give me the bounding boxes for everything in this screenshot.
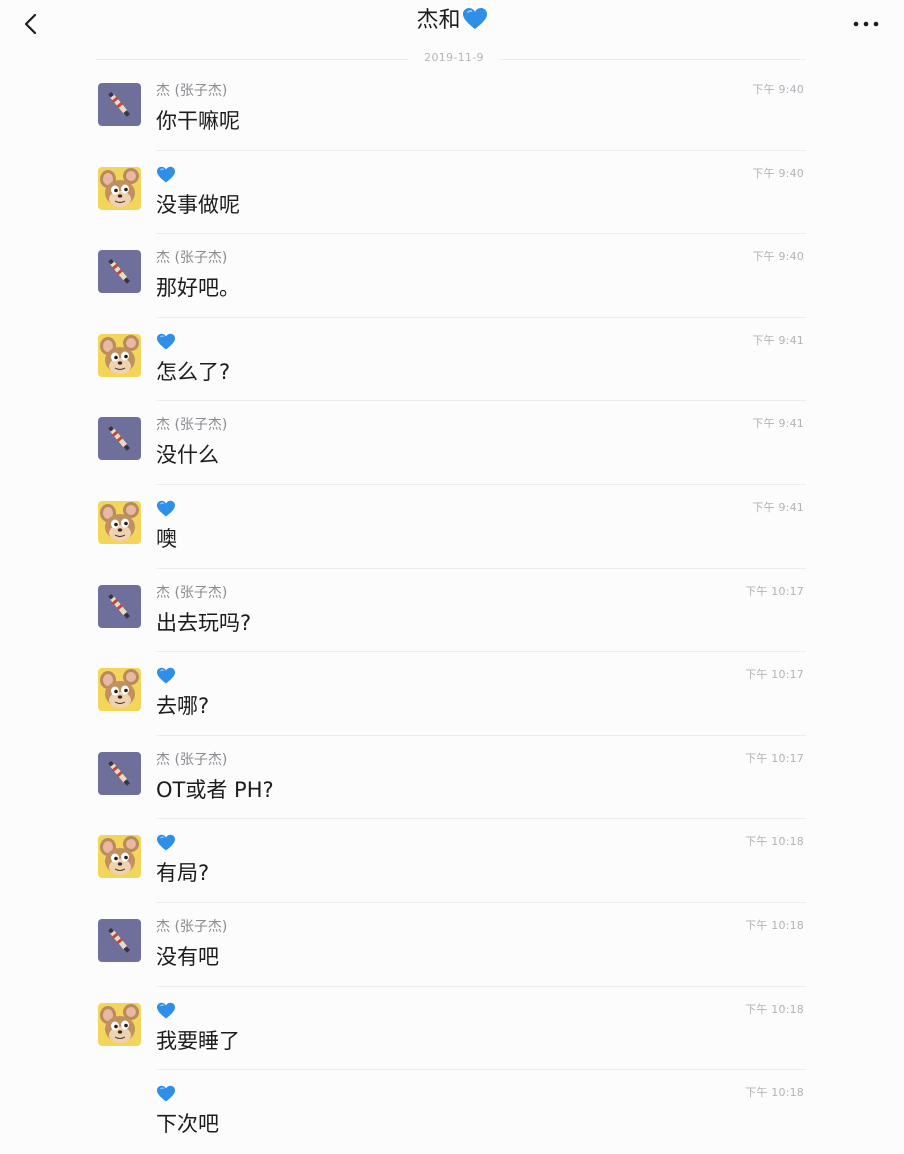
- chat-title: 杰和: [0, 6, 904, 40]
- message-row[interactable]: 下午 10:17 去哪?: [0, 652, 904, 736]
- blue-heart-icon: [156, 166, 176, 189]
- message-row[interactable]: 下午 10:18 有局?: [0, 819, 904, 903]
- blue-heart-icon: [156, 1002, 176, 1025]
- jerry-avatar[interactable]: [98, 166, 141, 210]
- message-text: 没事做呢: [156, 192, 240, 217]
- more-options-button[interactable]: [852, 12, 880, 36]
- blue-heart-icon: [156, 667, 176, 690]
- sender-name: 杰 (张子杰): [156, 584, 228, 601]
- separator-line: [96, 59, 408, 60]
- purple-avatar[interactable]: [98, 417, 141, 461]
- message-text: 去哪?: [156, 694, 210, 719]
- message-text: 噢: [156, 526, 177, 551]
- sender-name: [156, 667, 176, 687]
- message-text: 有局?: [156, 861, 210, 886]
- message-text: 我要睡了: [156, 1028, 240, 1053]
- message-time: 下午 9:41: [752, 333, 804, 347]
- separator-line: [500, 59, 806, 60]
- message-time: 下午 10:17: [745, 751, 804, 765]
- sender-name: [156, 166, 176, 186]
- sender-name: [156, 500, 176, 520]
- purple-avatar[interactable]: [98, 751, 141, 795]
- purple-avatar[interactable]: [98, 250, 141, 294]
- message-list: 杰 (张子杰) 下午 9:40 你干嘛呢 下午 9:40 没事做呢 杰 (张子杰) 下午…: [0, 67, 904, 1154]
- message-time: 下午 9:40: [752, 83, 804, 96]
- message-row[interactable]: 下午 10:18 下次吧: [0, 1070, 904, 1154]
- purple-avatar[interactable]: [98, 918, 141, 962]
- message-text: 怎么了?: [156, 359, 231, 384]
- blue-heart-icon: [156, 500, 176, 523]
- jerry-avatar[interactable]: [98, 500, 141, 544]
- sender-name: 杰 (张子杰): [156, 250, 228, 267]
- message-row[interactable]: 下午 9:41 怎么了?: [0, 318, 904, 402]
- message-time: 下午 10:18: [745, 1086, 804, 1100]
- sender-name: [156, 1085, 176, 1105]
- purple-avatar[interactable]: [98, 584, 141, 628]
- message-text: 没什么: [156, 443, 219, 468]
- message-row[interactable]: 杰 (张子杰) 下午 9:41 没什么: [0, 401, 904, 485]
- message-row[interactable]: 杰 (张子杰) 下午 10:18 没有吧: [0, 903, 904, 987]
- jerry-avatar[interactable]: [98, 668, 141, 712]
- message-text: 没有吧: [156, 944, 219, 969]
- message-row[interactable]: 下午 9:40 没事做呢: [0, 151, 904, 235]
- sender-name: 杰 (张子杰): [156, 83, 228, 99]
- message-time: 下午 10:18: [745, 918, 804, 932]
- message-text: 那好吧。: [156, 276, 240, 301]
- chat-title-text: 杰和: [416, 8, 461, 33]
- date-label: 2019-11-9: [424, 51, 484, 64]
- message-time: 下午 10:17: [745, 584, 804, 598]
- blue-heart-icon: [462, 7, 488, 40]
- jerry-avatar[interactable]: [98, 1002, 141, 1046]
- purple-avatar[interactable]: [98, 83, 141, 126]
- message-row[interactable]: 杰 (张子杰) 下午 10:17 出去玩吗?: [0, 569, 904, 653]
- sender-name: [156, 834, 176, 854]
- message-time: 下午 9:40: [752, 166, 804, 180]
- more-dots-icon: [853, 21, 879, 27]
- jerry-avatar[interactable]: [98, 835, 141, 879]
- sender-name: 杰 (张子杰): [156, 918, 228, 935]
- message-row[interactable]: 下午 10:18 我要睡了: [0, 987, 904, 1071]
- message-time: 下午 10:18: [745, 835, 804, 849]
- message-text: 下次吧: [156, 1112, 219, 1137]
- message-time: 下午 9:40: [752, 250, 804, 264]
- jerry-avatar[interactable]: [98, 333, 141, 377]
- message-text: 出去玩吗?: [156, 610, 252, 635]
- message-text: 你干嘛呢: [156, 109, 240, 133]
- blue-heart-icon: [156, 333, 176, 356]
- blue-heart-icon: [156, 834, 176, 857]
- sender-name: [156, 1002, 176, 1022]
- message-row[interactable]: 杰 (张子杰) 下午 9:40 那好吧。: [0, 234, 904, 318]
- blue-heart-icon: [156, 1085, 176, 1108]
- message-time: 下午 9:41: [752, 417, 804, 431]
- message-time: 下午 9:41: [752, 500, 804, 514]
- message-time: 下午 10:17: [745, 668, 804, 682]
- message-row[interactable]: 杰 (张子杰) 下午 10:17 OT或者 PH?: [0, 736, 904, 820]
- message-text: OT或者 PH?: [156, 777, 274, 802]
- message-time: 下午 10:18: [745, 1002, 804, 1016]
- nav-bar: 杰和: [0, 0, 904, 48]
- sender-name: [156, 333, 176, 353]
- sender-name: 杰 (张子杰): [156, 751, 228, 768]
- sender-name: 杰 (张子杰): [156, 417, 228, 434]
- message-row[interactable]: 杰 (张子杰) 下午 9:40 你干嘛呢: [0, 67, 904, 151]
- message-row[interactable]: 下午 9:41 噢: [0, 485, 904, 569]
